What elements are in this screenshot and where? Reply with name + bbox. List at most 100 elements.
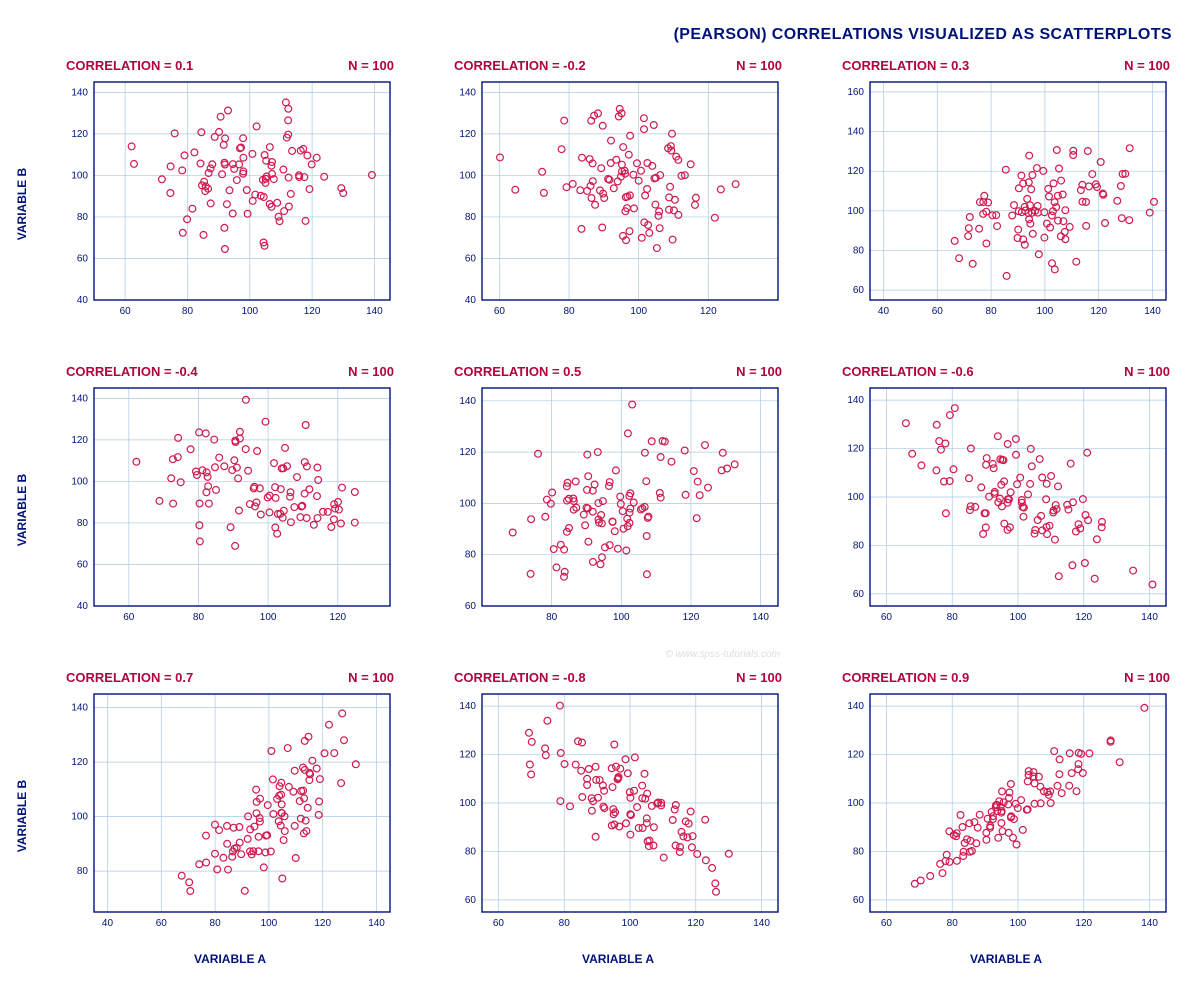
svg-text:140: 140	[459, 701, 476, 712]
svg-text:140: 140	[71, 87, 88, 98]
scatter-svg: 4060801001201406080100120140160	[842, 78, 1170, 320]
svg-text:40: 40	[77, 601, 89, 612]
svg-text:80: 80	[947, 612, 959, 623]
svg-text:60: 60	[123, 612, 135, 623]
svg-text:40: 40	[465, 295, 477, 306]
svg-text:100: 100	[260, 612, 277, 623]
panel-header: CORRELATION = 0.1 N = 100	[66, 58, 394, 73]
svg-text:60: 60	[881, 612, 893, 623]
svg-text:120: 120	[683, 612, 700, 623]
x-axis-label: VARIABLE A	[454, 952, 782, 966]
svg-text:120: 120	[459, 750, 476, 761]
svg-text:140: 140	[1141, 612, 1158, 623]
svg-text:100: 100	[1037, 306, 1054, 317]
svg-text:140: 140	[71, 703, 88, 714]
scatter-svg: 6080100120406080100120140	[66, 384, 394, 626]
svg-text:100: 100	[459, 798, 476, 809]
svg-text:80: 80	[465, 846, 477, 857]
scatter-panel: CORRELATION = -0.2N = 100608010012040608…	[408, 54, 788, 354]
plot-area: 40608010012014080100120140	[66, 690, 394, 932]
svg-text:140: 140	[847, 127, 864, 138]
svg-text:40: 40	[77, 295, 89, 306]
svg-text:100: 100	[241, 306, 258, 317]
plot-area: 801001201406080100120140	[454, 384, 782, 626]
scatter-svg: 40608010012014080100120140	[66, 690, 394, 932]
scatter-panel: CORRELATION = -0.8 N = 100 VARIABLE A 60 80 1…	[408, 666, 788, 966]
figure: (PEARSON) CORRELATIONS VISUALIZED AS SCA…	[20, 20, 1180, 966]
correlation-label: CORRELATION = -0.8	[454, 670, 586, 685]
panel-header: CORRELATION = 0.7 N = 100	[66, 670, 394, 685]
svg-text:140: 140	[752, 612, 769, 623]
svg-text:80: 80	[465, 550, 477, 561]
svg-text:140: 140	[847, 395, 864, 406]
svg-text:60: 60	[156, 918, 168, 929]
svg-text:60: 60	[853, 895, 865, 906]
scatter-svg: 801001201406080100120140	[454, 384, 782, 626]
svg-text:120: 120	[329, 612, 346, 623]
svg-text:80: 80	[947, 918, 959, 929]
svg-text:60: 60	[120, 306, 132, 317]
scatter-panel: CORRELATION = 0.3N = 1004060801001201406…	[796, 54, 1176, 354]
svg-text:100: 100	[71, 812, 88, 823]
svg-text:140: 140	[71, 393, 88, 404]
svg-text:60: 60	[465, 895, 477, 906]
page-title: (PEARSON) CORRELATIONS VISUALIZED AS SCA…	[20, 20, 1180, 54]
svg-text:100: 100	[261, 918, 278, 929]
svg-text:120: 120	[847, 444, 864, 455]
svg-text:80: 80	[546, 612, 558, 623]
svg-text:120: 120	[1075, 918, 1092, 929]
scatter-panel: CORRELATION = 0.7N = 100VARIABLE BVARIAB…	[20, 666, 400, 966]
svg-text:120: 120	[687, 918, 704, 929]
scatter-panel: CORRELATION = 0.9N = 100VARIABLE A608010…	[796, 666, 1176, 966]
panel-header: CORRELATION = 0.3 N = 100	[842, 58, 1170, 73]
scatter-svg: 60801001201406080100120140	[842, 384, 1170, 626]
svg-text:120: 120	[459, 129, 476, 140]
svg-text:60: 60	[77, 559, 89, 570]
n-label: N = 100	[348, 58, 394, 73]
n-label: N = 100	[348, 670, 394, 685]
scatter-panel: CORRELATION = 0.1N = 100VARIABLE B608010…	[20, 54, 400, 354]
scatter-svg: 60801001201406080100120140	[842, 690, 1170, 932]
scatter-svg: 6080100120406080100120140	[454, 78, 782, 320]
n-label: N = 100	[1124, 58, 1170, 73]
panel-header: CORRELATION = -0.4 N = 100	[66, 364, 394, 379]
correlation-label: CORRELATION = -0.4	[66, 364, 198, 379]
x-axis-label: VARIABLE A	[66, 952, 394, 966]
svg-text:100: 100	[613, 612, 630, 623]
svg-text:140: 140	[753, 918, 770, 929]
svg-text:100: 100	[847, 206, 864, 217]
svg-text:60: 60	[881, 918, 893, 929]
y-axis-label: VARIABLE B	[15, 168, 29, 240]
svg-text:120: 120	[71, 435, 88, 446]
svg-text:40: 40	[102, 918, 114, 929]
scatter-svg: 60801001201406080100120140	[454, 690, 782, 932]
svg-text:100: 100	[71, 170, 88, 181]
svg-text:60: 60	[932, 306, 944, 317]
n-label: N = 100	[1124, 670, 1170, 685]
svg-text:120: 120	[71, 129, 88, 140]
correlation-label: CORRELATION = 0.7	[66, 670, 193, 685]
svg-text:40: 40	[878, 306, 890, 317]
plot-area: 6080100120140406080100120140	[66, 78, 394, 320]
svg-text:120: 120	[71, 757, 88, 768]
svg-text:100: 100	[71, 476, 88, 487]
panel-header: CORRELATION = -0.8 N = 100	[454, 670, 782, 685]
svg-text:100: 100	[622, 918, 639, 929]
scatter-panel: CORRELATION = -0.6N = 100608010012014060…	[796, 360, 1176, 660]
panel-header: CORRELATION = 0.9N = 100	[842, 670, 1170, 685]
svg-text:100: 100	[1010, 612, 1027, 623]
n-label: N = 100	[736, 670, 782, 685]
correlation-label: CORRELATION = 0.3	[842, 58, 969, 73]
svg-text:160: 160	[847, 87, 864, 98]
y-axis-label: VARIABLE B	[15, 780, 29, 852]
svg-text:120: 120	[847, 750, 864, 761]
plot-area: 60801001201406080100120140	[454, 690, 782, 932]
svg-text:100: 100	[459, 170, 476, 181]
n-label: N = 100	[348, 364, 394, 379]
correlation-label: CORRELATION = 0.1	[66, 58, 193, 73]
scatter-panel: CORRELATION = -0.4N = 100VARIABLE B60801…	[20, 360, 400, 660]
svg-text:80: 80	[853, 846, 865, 857]
svg-text:140: 140	[459, 87, 476, 98]
svg-text:80: 80	[77, 866, 89, 877]
svg-text:80: 80	[77, 518, 89, 529]
